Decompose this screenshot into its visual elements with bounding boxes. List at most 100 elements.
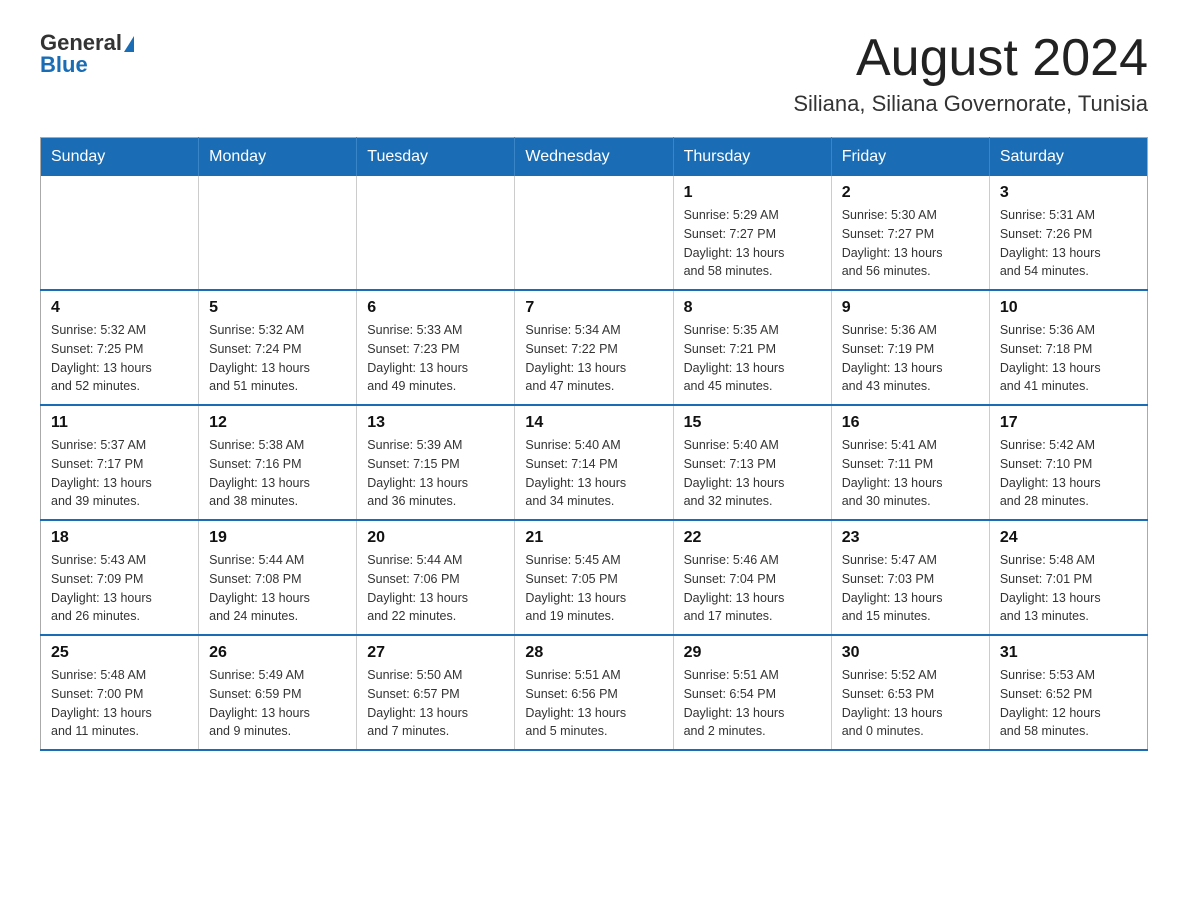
day-number: 5 bbox=[209, 299, 346, 317]
day-info: Sunrise: 5:45 AM Sunset: 7:05 PM Dayligh… bbox=[525, 551, 662, 626]
day-info: Sunrise: 5:30 AM Sunset: 7:27 PM Dayligh… bbox=[842, 206, 979, 281]
day-info: Sunrise: 5:41 AM Sunset: 7:11 PM Dayligh… bbox=[842, 436, 979, 511]
day-cell-19: 19 Sunrise: 5:44 AM Sunset: 7:08 PM Dayli… bbox=[199, 520, 357, 635]
day-number: 26 bbox=[209, 644, 346, 662]
day-number: 6 bbox=[367, 299, 504, 317]
day-info: Sunrise: 5:38 AM Sunset: 7:16 PM Dayligh… bbox=[209, 436, 346, 511]
empty-cell bbox=[357, 176, 515, 290]
day-info: Sunrise: 5:32 AM Sunset: 7:24 PM Dayligh… bbox=[209, 321, 346, 396]
week-row-5: 25 Sunrise: 5:48 AM Sunset: 7:00 PM Dayli… bbox=[41, 635, 1148, 750]
day-info: Sunrise: 5:50 AM Sunset: 6:57 PM Dayligh… bbox=[367, 666, 504, 741]
day-cell-5: 5 Sunrise: 5:32 AM Sunset: 7:24 PM Daylig… bbox=[199, 290, 357, 405]
col-header-saturday: Saturday bbox=[989, 138, 1147, 177]
col-header-monday: Monday bbox=[199, 138, 357, 177]
day-info: Sunrise: 5:37 AM Sunset: 7:17 PM Dayligh… bbox=[51, 436, 188, 511]
day-info: Sunrise: 5:53 AM Sunset: 6:52 PM Dayligh… bbox=[1000, 666, 1137, 741]
day-info: Sunrise: 5:40 AM Sunset: 7:13 PM Dayligh… bbox=[684, 436, 821, 511]
day-number: 30 bbox=[842, 644, 979, 662]
day-info: Sunrise: 5:36 AM Sunset: 7:18 PM Dayligh… bbox=[1000, 321, 1137, 396]
day-cell-31: 31 Sunrise: 5:53 AM Sunset: 6:52 PM Dayli… bbox=[989, 635, 1147, 750]
day-number: 28 bbox=[525, 644, 662, 662]
day-cell-29: 29Sunrise: 5:51 AM Sunset: 6:54 PM Dayli… bbox=[673, 635, 831, 750]
title-block: August 2024 Siliana, Siliana Governorate… bbox=[793, 30, 1148, 117]
day-info: Sunrise: 5:48 AM Sunset: 7:01 PM Dayligh… bbox=[1000, 551, 1137, 626]
day-number: 23 bbox=[842, 529, 979, 547]
day-number: 21 bbox=[525, 529, 662, 547]
day-info: Sunrise: 5:31 AM Sunset: 7:26 PM Dayligh… bbox=[1000, 206, 1137, 281]
day-cell-24: 24 Sunrise: 5:48 AM Sunset: 7:01 PM Dayli… bbox=[989, 520, 1147, 635]
day-cell-13: 13 Sunrise: 5:39 AM Sunset: 7:15 PM Dayli… bbox=[357, 405, 515, 520]
empty-cell bbox=[515, 176, 673, 290]
location-subtitle: Siliana, Siliana Governorate, Tunisia bbox=[793, 91, 1148, 117]
day-number: 1 bbox=[684, 184, 821, 202]
day-number: 3 bbox=[1000, 184, 1137, 202]
day-info: Sunrise: 5:44 AM Sunset: 7:08 PM Dayligh… bbox=[209, 551, 346, 626]
col-header-friday: Friday bbox=[831, 138, 989, 177]
col-header-sunday: Sunday bbox=[41, 138, 199, 177]
day-cell-14: 14 Sunrise: 5:40 AM Sunset: 7:14 PM Dayli… bbox=[515, 405, 673, 520]
day-cell-3: 3 Sunrise: 5:31 AM Sunset: 7:26 PM Daylig… bbox=[989, 176, 1147, 290]
calendar-table: SundayMondayTuesdayWednesdayThursdayFrid… bbox=[40, 137, 1148, 751]
day-number: 24 bbox=[1000, 529, 1137, 547]
day-cell-15: 15Sunrise: 5:40 AM Sunset: 7:13 PM Dayli… bbox=[673, 405, 831, 520]
col-header-wednesday: Wednesday bbox=[515, 138, 673, 177]
day-cell-6: 6 Sunrise: 5:33 AM Sunset: 7:23 PM Daylig… bbox=[357, 290, 515, 405]
day-info: Sunrise: 5:43 AM Sunset: 7:09 PM Dayligh… bbox=[51, 551, 188, 626]
day-info: Sunrise: 5:34 AM Sunset: 7:22 PM Dayligh… bbox=[525, 321, 662, 396]
day-cell-28: 28 Sunrise: 5:51 AM Sunset: 6:56 PM Dayli… bbox=[515, 635, 673, 750]
day-cell-26: 26 Sunrise: 5:49 AM Sunset: 6:59 PM Dayli… bbox=[199, 635, 357, 750]
day-info: Sunrise: 5:32 AM Sunset: 7:25 PM Dayligh… bbox=[51, 321, 188, 396]
day-info: Sunrise: 5:36 AM Sunset: 7:19 PM Dayligh… bbox=[842, 321, 979, 396]
day-number: 12 bbox=[209, 414, 346, 432]
day-cell-10: 10 Sunrise: 5:36 AM Sunset: 7:18 PM Dayli… bbox=[989, 290, 1147, 405]
day-cell-4: 4 Sunrise: 5:32 AM Sunset: 7:25 PM Daylig… bbox=[41, 290, 199, 405]
day-info: Sunrise: 5:40 AM Sunset: 7:14 PM Dayligh… bbox=[525, 436, 662, 511]
day-info: Sunrise: 5:39 AM Sunset: 7:15 PM Dayligh… bbox=[367, 436, 504, 511]
col-header-thursday: Thursday bbox=[673, 138, 831, 177]
day-number: 4 bbox=[51, 299, 188, 317]
day-info: Sunrise: 5:51 AM Sunset: 6:56 PM Dayligh… bbox=[525, 666, 662, 741]
day-number: 20 bbox=[367, 529, 504, 547]
day-number: 18 bbox=[51, 529, 188, 547]
day-info: Sunrise: 5:33 AM Sunset: 7:23 PM Dayligh… bbox=[367, 321, 504, 396]
day-cell-30: 30Sunrise: 5:52 AM Sunset: 6:53 PM Dayli… bbox=[831, 635, 989, 750]
day-info: Sunrise: 5:49 AM Sunset: 6:59 PM Dayligh… bbox=[209, 666, 346, 741]
day-number: 11 bbox=[51, 414, 188, 432]
day-number: 25 bbox=[51, 644, 188, 662]
calendar-header-row: SundayMondayTuesdayWednesdayThursdayFrid… bbox=[41, 138, 1148, 177]
day-cell-16: 16 Sunrise: 5:41 AM Sunset: 7:11 PM Dayli… bbox=[831, 405, 989, 520]
day-info: Sunrise: 5:29 AM Sunset: 7:27 PM Dayligh… bbox=[684, 206, 821, 281]
day-number: 8 bbox=[684, 299, 821, 317]
day-number: 22 bbox=[684, 529, 821, 547]
day-cell-9: 9 Sunrise: 5:36 AM Sunset: 7:19 PM Daylig… bbox=[831, 290, 989, 405]
day-number: 16 bbox=[842, 414, 979, 432]
day-number: 27 bbox=[367, 644, 504, 662]
logo-triangle-icon bbox=[124, 36, 134, 52]
week-row-1: 1 Sunrise: 5:29 AM Sunset: 7:27 PM Daylig… bbox=[41, 176, 1148, 290]
day-cell-8: 8Sunrise: 5:35 AM Sunset: 7:21 PM Daylig… bbox=[673, 290, 831, 405]
day-number: 14 bbox=[525, 414, 662, 432]
day-number: 19 bbox=[209, 529, 346, 547]
day-number: 9 bbox=[842, 299, 979, 317]
day-number: 31 bbox=[1000, 644, 1137, 662]
day-info: Sunrise: 5:47 AM Sunset: 7:03 PM Dayligh… bbox=[842, 551, 979, 626]
day-info: Sunrise: 5:42 AM Sunset: 7:10 PM Dayligh… bbox=[1000, 436, 1137, 511]
day-cell-2: 2 Sunrise: 5:30 AM Sunset: 7:27 PM Daylig… bbox=[831, 176, 989, 290]
day-number: 2 bbox=[842, 184, 979, 202]
day-cell-20: 20Sunrise: 5:44 AM Sunset: 7:06 PM Dayli… bbox=[357, 520, 515, 635]
day-cell-23: 23 Sunrise: 5:47 AM Sunset: 7:03 PM Dayli… bbox=[831, 520, 989, 635]
day-number: 10 bbox=[1000, 299, 1137, 317]
day-cell-18: 18 Sunrise: 5:43 AM Sunset: 7:09 PM Dayli… bbox=[41, 520, 199, 635]
day-cell-22: 22 Sunrise: 5:46 AM Sunset: 7:04 PM Dayli… bbox=[673, 520, 831, 635]
day-cell-7: 7Sunrise: 5:34 AM Sunset: 7:22 PM Daylig… bbox=[515, 290, 673, 405]
day-cell-11: 11 Sunrise: 5:37 AM Sunset: 7:17 PM Dayli… bbox=[41, 405, 199, 520]
day-info: Sunrise: 5:48 AM Sunset: 7:00 PM Dayligh… bbox=[51, 666, 188, 741]
week-row-2: 4 Sunrise: 5:32 AM Sunset: 7:25 PM Daylig… bbox=[41, 290, 1148, 405]
day-number: 13 bbox=[367, 414, 504, 432]
day-cell-25: 25 Sunrise: 5:48 AM Sunset: 7:00 PM Dayli… bbox=[41, 635, 199, 750]
logo-text-blue: Blue bbox=[40, 52, 88, 78]
logo: General Blue bbox=[40, 30, 134, 78]
day-info: Sunrise: 5:46 AM Sunset: 7:04 PM Dayligh… bbox=[684, 551, 821, 626]
day-cell-17: 17Sunrise: 5:42 AM Sunset: 7:10 PM Dayli… bbox=[989, 405, 1147, 520]
day-cell-27: 27 Sunrise: 5:50 AM Sunset: 6:57 PM Dayli… bbox=[357, 635, 515, 750]
